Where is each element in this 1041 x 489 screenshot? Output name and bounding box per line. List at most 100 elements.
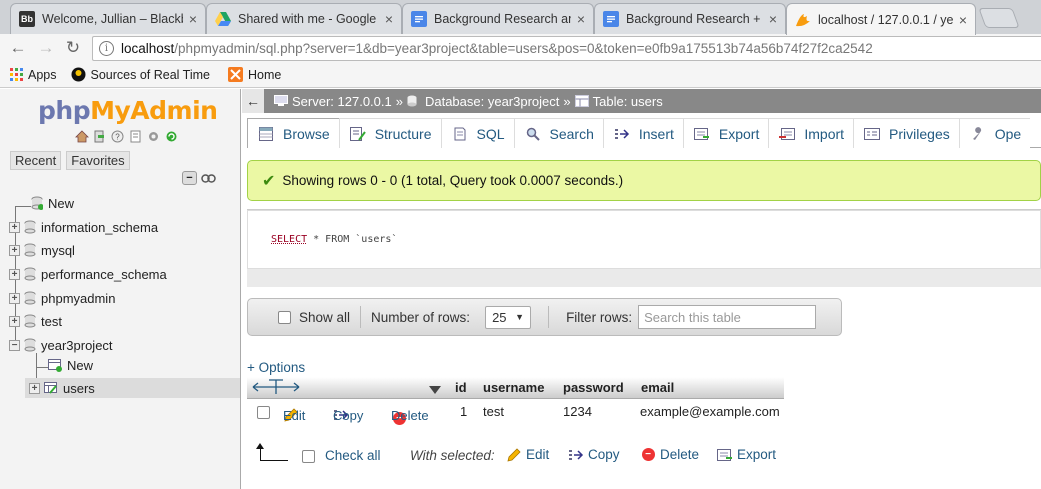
breadcrumb-server[interactable]: Server: 127.0.0.1 [274, 94, 392, 109]
tree-node-phpmyadmin[interactable]: + phpmyadmin [9, 288, 115, 308]
expand-icon[interactable]: + [9, 268, 20, 280]
new-database-icon [31, 196, 43, 210]
phpmyadmin-logo[interactable]: phpMyAdmin [38, 96, 218, 125]
browser-tab-phpmyadmin[interactable]: localhost / 127.0.0.1 / yea × [786, 3, 976, 35]
settings-gear-icon[interactable] [146, 129, 161, 144]
google-drive-icon [215, 11, 231, 27]
database-icon [24, 314, 36, 328]
close-tab-icon[interactable]: × [959, 12, 967, 28]
sql-keyword[interactable]: SELECT [271, 234, 307, 245]
tree-line [15, 206, 31, 207]
show-all-control[interactable]: Show all [278, 310, 350, 325]
documentation-icon[interactable]: ? [110, 129, 125, 144]
reload-navigation-icon[interactable] [164, 129, 179, 144]
breadcrumb-label: Table: users [592, 93, 663, 109]
tab-export[interactable]: Export [682, 118, 770, 148]
tree-node-users[interactable]: + users [25, 378, 240, 398]
close-tab-icon[interactable]: × [577, 11, 585, 27]
bookmark-apps[interactable]: Apps [10, 68, 57, 82]
home-icon[interactable] [74, 129, 89, 144]
column-header-password[interactable]: password [563, 380, 624, 395]
collapse-all-icon[interactable]: − [182, 171, 197, 185]
row-select-checkbox[interactable] [257, 406, 270, 419]
import-icon [778, 126, 796, 142]
tree-node-performance-schema[interactable]: + performance_schema [9, 264, 167, 284]
breadcrumb-table[interactable]: Table: users [574, 93, 663, 109]
tab-sql[interactable]: SQL [440, 118, 515, 148]
bulk-delete-button[interactable]: − Delete [640, 447, 699, 462]
browser-tab-docs-2[interactable]: Background Research + C × [594, 3, 786, 34]
logout-icon[interactable] [92, 129, 107, 144]
address-bar[interactable]: i localhost/phpmyadmin/sql.php?server=1&… [92, 36, 1041, 61]
check-all-label[interactable]: Check all [325, 448, 381, 463]
separator [360, 306, 362, 328]
tree-node-mysql[interactable]: + mysql [9, 240, 75, 260]
browser-tab-docs-1[interactable]: Background Research and × [402, 3, 594, 34]
favorites-tab[interactable]: Favorites [66, 151, 130, 170]
expand-icon[interactable]: + [9, 315, 20, 327]
tab-title: Background Research and [434, 12, 571, 26]
tree-node-new-table[interactable]: New [48, 355, 93, 375]
site-info-icon[interactable]: i [99, 41, 114, 56]
column-header-id[interactable]: id [455, 380, 467, 395]
link-with-main-icon[interactable] [201, 171, 216, 185]
search-icon [524, 126, 542, 142]
reload-icon[interactable]: ↻ [63, 38, 83, 58]
apps-grid-icon [10, 68, 23, 81]
expand-icon[interactable]: + [9, 244, 20, 256]
tree-node-new[interactable]: New [31, 193, 74, 213]
close-tab-icon[interactable]: × [769, 11, 777, 27]
rows-per-page-select[interactable]: 25 ▼ [485, 305, 532, 329]
filter-rows-input[interactable]: Search this table [638, 305, 817, 329]
docs-page-icon[interactable] [128, 129, 143, 144]
tab-insert[interactable]: Insert [602, 118, 684, 148]
results-navigation-bar: Show all Number of rows: 25 ▼ Filter row… [247, 298, 842, 336]
tree-node-test[interactable]: + test [9, 311, 62, 331]
google-docs-icon [603, 11, 619, 27]
tab-privileges[interactable]: Privileges [853, 118, 960, 148]
table-icon [574, 95, 589, 107]
check-all-checkbox[interactable] [302, 450, 315, 463]
bulk-export-button[interactable]: Export [717, 447, 776, 462]
bookmark-sources[interactable]: Sources of Real Time [71, 67, 210, 82]
copy-icon [568, 448, 584, 462]
collapse-panel-arrow-icon[interactable]: ← [242, 89, 264, 113]
logo-admin: Admin [130, 96, 218, 125]
bulk-edit-button[interactable]: Edit [506, 447, 549, 462]
close-tab-icon[interactable]: × [385, 11, 393, 27]
bulk-copy-button[interactable]: Copy [568, 447, 620, 462]
options-toggle[interactable]: + Options [247, 360, 305, 375]
browser-tab-google-drive[interactable]: Shared with me - Google × [206, 3, 402, 34]
bookmark-home[interactable]: Home [228, 67, 281, 82]
tab-structure[interactable]: Structure [338, 118, 442, 148]
tab-title: Background Research + C [626, 12, 763, 26]
tab-browse[interactable]: Browse [247, 118, 340, 148]
tree-node-information-schema[interactable]: + information_schema [9, 217, 158, 237]
browser-tab-blackboard[interactable]: Bb Welcome, Jullian – Blackb × [10, 3, 206, 34]
column-header-username[interactable]: username [483, 380, 544, 395]
sort-dropdown-icon[interactable] [429, 382, 441, 397]
close-tab-icon[interactable]: × [189, 11, 197, 27]
expand-icon[interactable]: + [29, 382, 40, 394]
new-tab-button[interactable] [978, 8, 1020, 28]
column-header-email[interactable]: email [641, 380, 674, 395]
column-resize-arrows-icon[interactable] [251, 377, 301, 400]
breadcrumb-separator: » [563, 93, 571, 109]
show-all-checkbox[interactable] [278, 310, 291, 324]
row-delete-label: Delete [391, 408, 429, 423]
tree-node-label: mysql [41, 242, 75, 258]
separator [548, 306, 550, 328]
back-arrow-icon[interactable]: ← [8, 38, 28, 58]
tab-search[interactable]: Search [513, 118, 604, 148]
expand-icon[interactable]: + [9, 221, 20, 233]
forward-arrow-icon[interactable]: → [36, 38, 56, 58]
collapse-icon[interactable]: − [9, 339, 20, 351]
sql-query-text[interactable]: SELECT * FROM `users` [247, 210, 1041, 269]
recent-favorites-tabs: Recent Favorites [10, 151, 130, 170]
expand-icon[interactable]: + [9, 292, 20, 304]
tab-import[interactable]: Import [768, 118, 855, 148]
tab-operations[interactable]: Ope [958, 118, 1031, 148]
tree-node-year3project[interactable]: − year3project [9, 335, 113, 355]
recent-tab[interactable]: Recent [10, 151, 62, 170]
breadcrumb-database[interactable]: Database: year3project [407, 94, 559, 109]
